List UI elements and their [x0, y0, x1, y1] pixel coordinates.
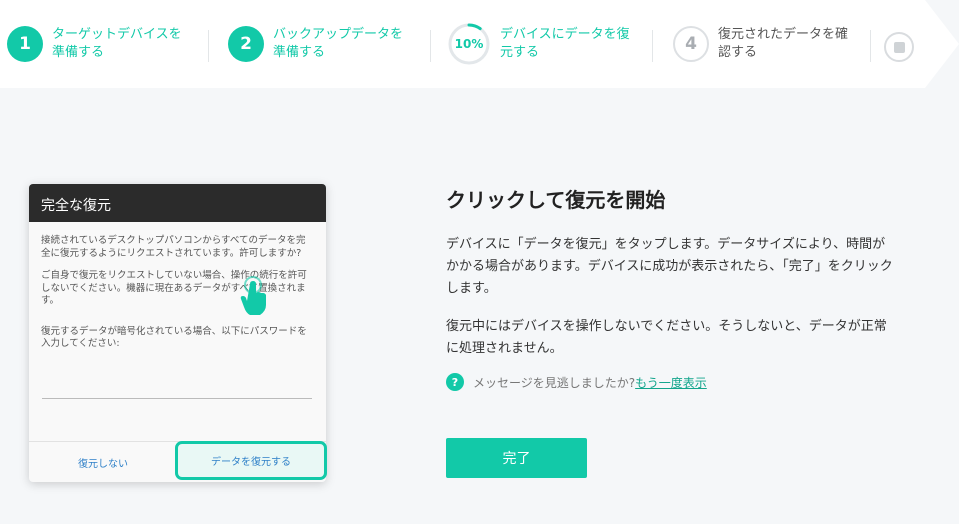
step-3-progress-ring: 10%: [447, 22, 491, 66]
warning-text: 復元中にはデバイスを操作しないでください。そうしないと、データが正常に処理されま…: [446, 319, 887, 356]
dialog-footer: 復元しない データを復元する: [29, 441, 327, 482]
step-2: 2 バックアップデータを準備する: [228, 0, 415, 88]
page-title: クリックして復元を開始: [446, 188, 666, 212]
dialog-title: 完全な復元: [29, 184, 326, 222]
show-again-link[interactable]: もう一度表示: [635, 374, 707, 391]
instruction-text: デバイスに「データを復元」をタップします。データサイズにより、時間がかかる場合が…: [446, 237, 893, 296]
step-1: 1 ターゲットデバイスを準備する: [7, 0, 194, 88]
step-2-label: バックアップデータを準備する: [273, 27, 404, 60]
step-3-percent: 10%: [454, 37, 484, 51]
step-1-label: ターゲットデバイスを準備する: [52, 27, 182, 60]
dialog-paragraph: 復元するデータが暗号化されている場合、以下にパスワードを入力してください:: [41, 325, 307, 350]
progress-stepper: 1 ターゲットデバイスを準備する 2 バックアップデータを準備する 10% デバ…: [0, 0, 959, 88]
question-icon: ?: [446, 373, 464, 391]
help-row: ? メッセージを見逃しましたか? もう一度表示: [446, 373, 707, 391]
step-3-label: デバイスにデータを復元する: [500, 27, 630, 60]
step-1-number: 1: [7, 26, 43, 62]
dialog-paragraph: 接続されているデスクトップパソコンからすべてのデータを完全に復元するようにリクエ…: [41, 235, 306, 259]
step-2-number: 2: [228, 26, 264, 62]
step-4: 4 復元されたデータを確認する: [673, 0, 858, 88]
step-divider: [652, 30, 653, 62]
hand-pointer-icon: [240, 276, 266, 315]
restore-data-button[interactable]: データを復元する: [175, 441, 327, 480]
step-divider: [430, 30, 431, 62]
step-4-number: 4: [673, 26, 709, 62]
help-text: メッセージを見逃しましたか?: [473, 375, 636, 390]
stop-icon: [884, 32, 914, 62]
password-field[interactable]: [42, 398, 312, 399]
step-divider: [208, 30, 209, 62]
step-3: 10% デバイスにデータを復元する: [447, 0, 630, 88]
dialog-paragraph: ご自身で復元をリクエストしていない場合、操作の続行を許可しないでください。機器に…: [41, 270, 307, 306]
dialog-body: 接続されているデスクトップパソコンからすべてのデータを完全に復元するようにリクエ…: [29, 222, 326, 351]
step-divider: [870, 30, 871, 62]
step-4-label: 復元されたデータを確認する: [718, 27, 849, 60]
done-button[interactable]: 完了: [446, 438, 587, 478]
restore-dialog: 完全な復元 接続されているデスクトップパソコンからすべてのデータを完全に復元する…: [29, 184, 327, 482]
dont-restore-button[interactable]: 復元しない: [29, 442, 177, 482]
